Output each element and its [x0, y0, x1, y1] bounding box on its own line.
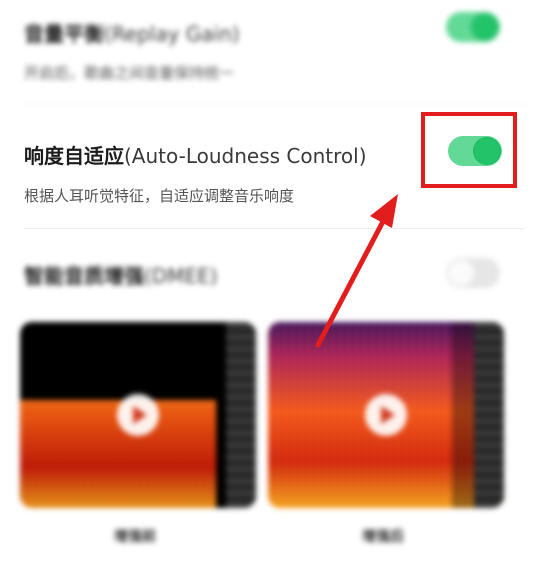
annotation-arrow [315, 194, 398, 348]
arrow-head [370, 194, 398, 228]
arrow-shaft [315, 209, 391, 348]
